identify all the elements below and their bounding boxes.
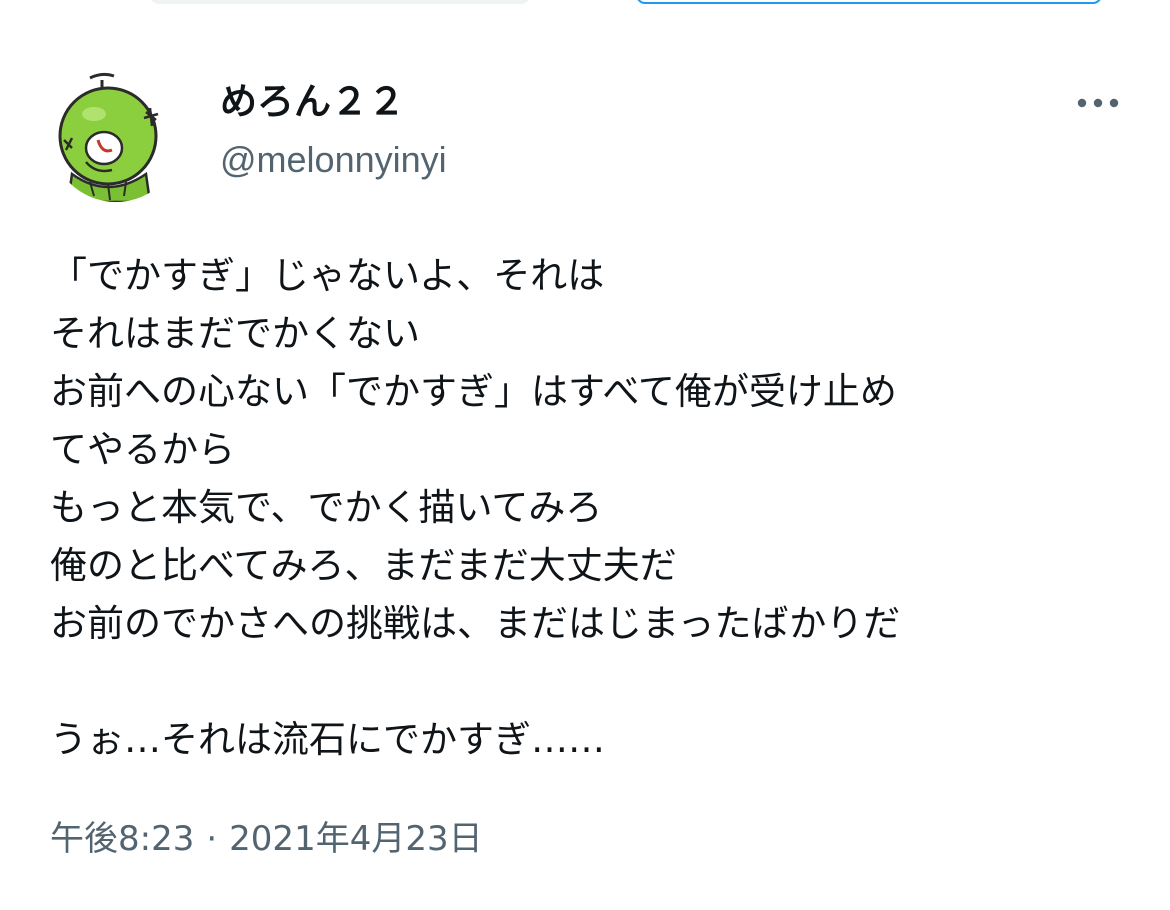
tweet-line: お前のでかさへの挑戦は、まだはじまったばかりだ [50,602,901,645]
tweet-line: うぉ…それは流石にでかすぎ…… [50,718,605,761]
author-display-name[interactable]: めろん２２ [220,80,405,124]
tweet-line: てやるから [50,428,235,471]
tweet-date[interactable]: 2021年4月23日 [229,816,482,862]
tweet-line: もっと本気で、でかく描いてみろ [50,486,603,529]
previous-button-stub[interactable] [150,0,530,4]
avatar[interactable] [50,70,182,202]
tweet-time[interactable]: 午後8:23 [50,816,194,862]
tweet-timestamp: 午後8:23 · 2021年4月23日 [50,816,483,862]
author-handle[interactable]: @melonnyinyi [220,138,447,182]
tweet-line: 俺のと比べてみろ、まだまだ大丈夫だ [50,544,677,587]
timestamp-separator: · [206,819,218,859]
tweet-line: それはまだでかくない [50,312,420,355]
tweet-line: お前への心ない「でかすぎ」はすべて俺が受け止め [50,370,897,413]
more-options-button[interactable] [1072,84,1124,122]
follow-button-stub[interactable] [636,0,1102,4]
melon-character-avatar-icon [58,72,159,202]
more-horizontal-icon [1077,98,1119,108]
tweet-text: 「でかすぎ」じゃないよ、それは それはまだでかくない お前への心ない「でかすぎ」… [50,247,1130,769]
tweet-line: 「でかすぎ」じゃないよ、それは [50,254,605,297]
